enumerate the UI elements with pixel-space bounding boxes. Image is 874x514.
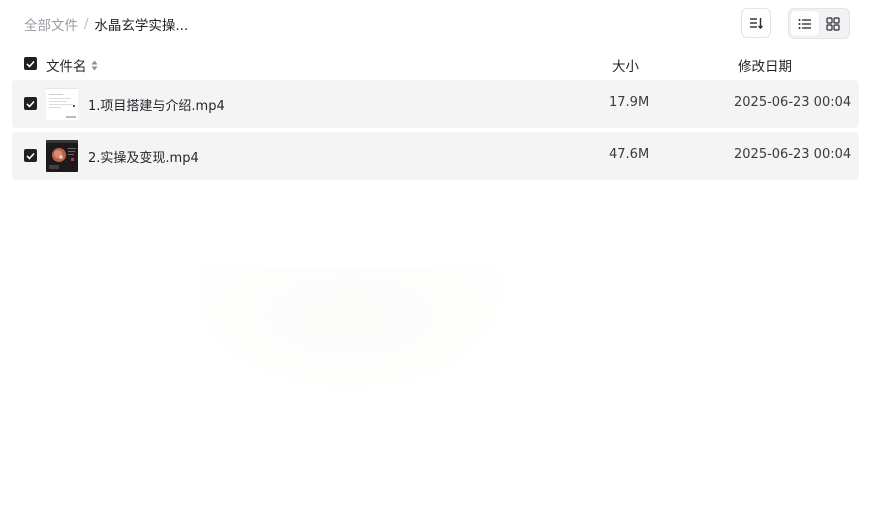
table-row[interactable]: 1.项目搭建与介绍.mp4 17.9M 2025-06-23 00:04 xyxy=(12,80,859,128)
background-watermark-shape xyxy=(200,268,500,388)
checkmark-icon xyxy=(26,60,35,68)
sort-button[interactable] xyxy=(741,8,771,38)
checkmark-icon xyxy=(26,152,35,160)
file-modified-date: 2025-06-23 00:04 xyxy=(734,95,852,110)
file-modified-date: 2025-06-23 00:04 xyxy=(734,147,852,162)
row-checkbox[interactable] xyxy=(24,97,37,110)
select-all-checkbox[interactable] xyxy=(24,57,37,70)
breadcrumb-separator: / xyxy=(84,16,89,32)
grid-view-button[interactable] xyxy=(819,11,847,36)
file-size: 47.6M xyxy=(609,147,650,162)
sort-toggle-icon xyxy=(91,60,97,70)
name-column-header[interactable]: 文件名 xyxy=(46,55,98,75)
name-header-label: 文件名 xyxy=(46,59,87,75)
sort-order-icon xyxy=(750,18,763,29)
grid-view-icon xyxy=(826,16,840,31)
breadcrumb-current-folder: 水晶玄学实操... xyxy=(94,18,189,34)
file-browser-page: 全部文件 / 水晶玄学实操... 文件名 大小 修改日期 1.项目搭建与介绍.m… xyxy=(0,0,874,514)
breadcrumb: 全部文件 / 水晶玄学实操... xyxy=(24,14,189,35)
breadcrumb-root-link[interactable]: 全部文件 xyxy=(24,14,78,34)
list-view-button[interactable] xyxy=(791,11,819,36)
checkmark-icon xyxy=(26,100,35,108)
document-preview-thumbnail xyxy=(46,88,78,120)
view-mode-toggle xyxy=(788,8,850,39)
file-name[interactable]: 1.项目搭建与介绍.mp4 xyxy=(88,95,225,114)
table-header: 文件名 大小 修改日期 xyxy=(12,52,859,76)
table-row[interactable]: 2.实操及变现.mp4 47.6M 2025-06-23 00:04 xyxy=(12,132,859,180)
file-name[interactable]: 2.实操及变现.mp4 xyxy=(88,147,199,166)
file-size: 17.9M xyxy=(609,95,650,110)
list-view-icon xyxy=(798,18,811,29)
video-preview-thumbnail xyxy=(46,140,78,172)
date-column-header[interactable]: 修改日期 xyxy=(738,55,792,75)
size-column-header[interactable]: 大小 xyxy=(612,55,639,75)
row-checkbox[interactable] xyxy=(24,149,37,162)
